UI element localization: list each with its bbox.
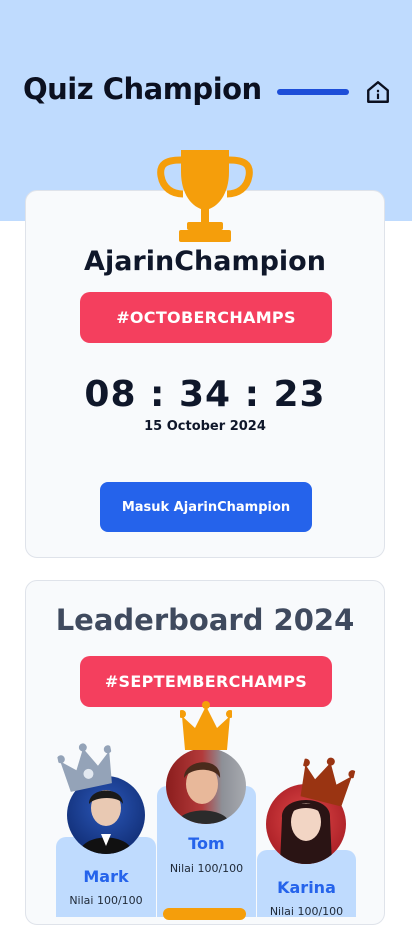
avatar-tom[interactable] [166,748,246,824]
player-score-karina: Nilai 100/100 [269,905,344,918]
page-title: Quiz Champion [23,72,262,106]
home-icon [367,81,389,103]
october-tag-badge: #OCTOBERCHAMPS [80,292,332,343]
player-name-tom: Tom [188,834,225,853]
player-name-mark: Mark [83,867,129,886]
trophy-icon [157,150,253,242]
champion-date: 15 October 2024 [144,419,266,434]
home-button[interactable] [364,78,392,106]
status-badge [163,908,246,920]
gold-crown-icon [180,701,232,750]
countdown-timer: 08 : 34 : 23 [84,374,326,415]
player-score-mark: Nilai 100/100 [69,894,143,907]
player-name-karina: Karina [277,878,336,897]
title-underline [277,89,349,95]
champion-title: AjarinChampion [84,246,326,277]
leaderboard-title: Leaderboard 2024 [55,603,355,637]
player-score-tom: Nilai 100/100 [169,862,244,875]
enter-ajarinchampion-button[interactable]: Masuk AjarinChampion [100,482,312,532]
